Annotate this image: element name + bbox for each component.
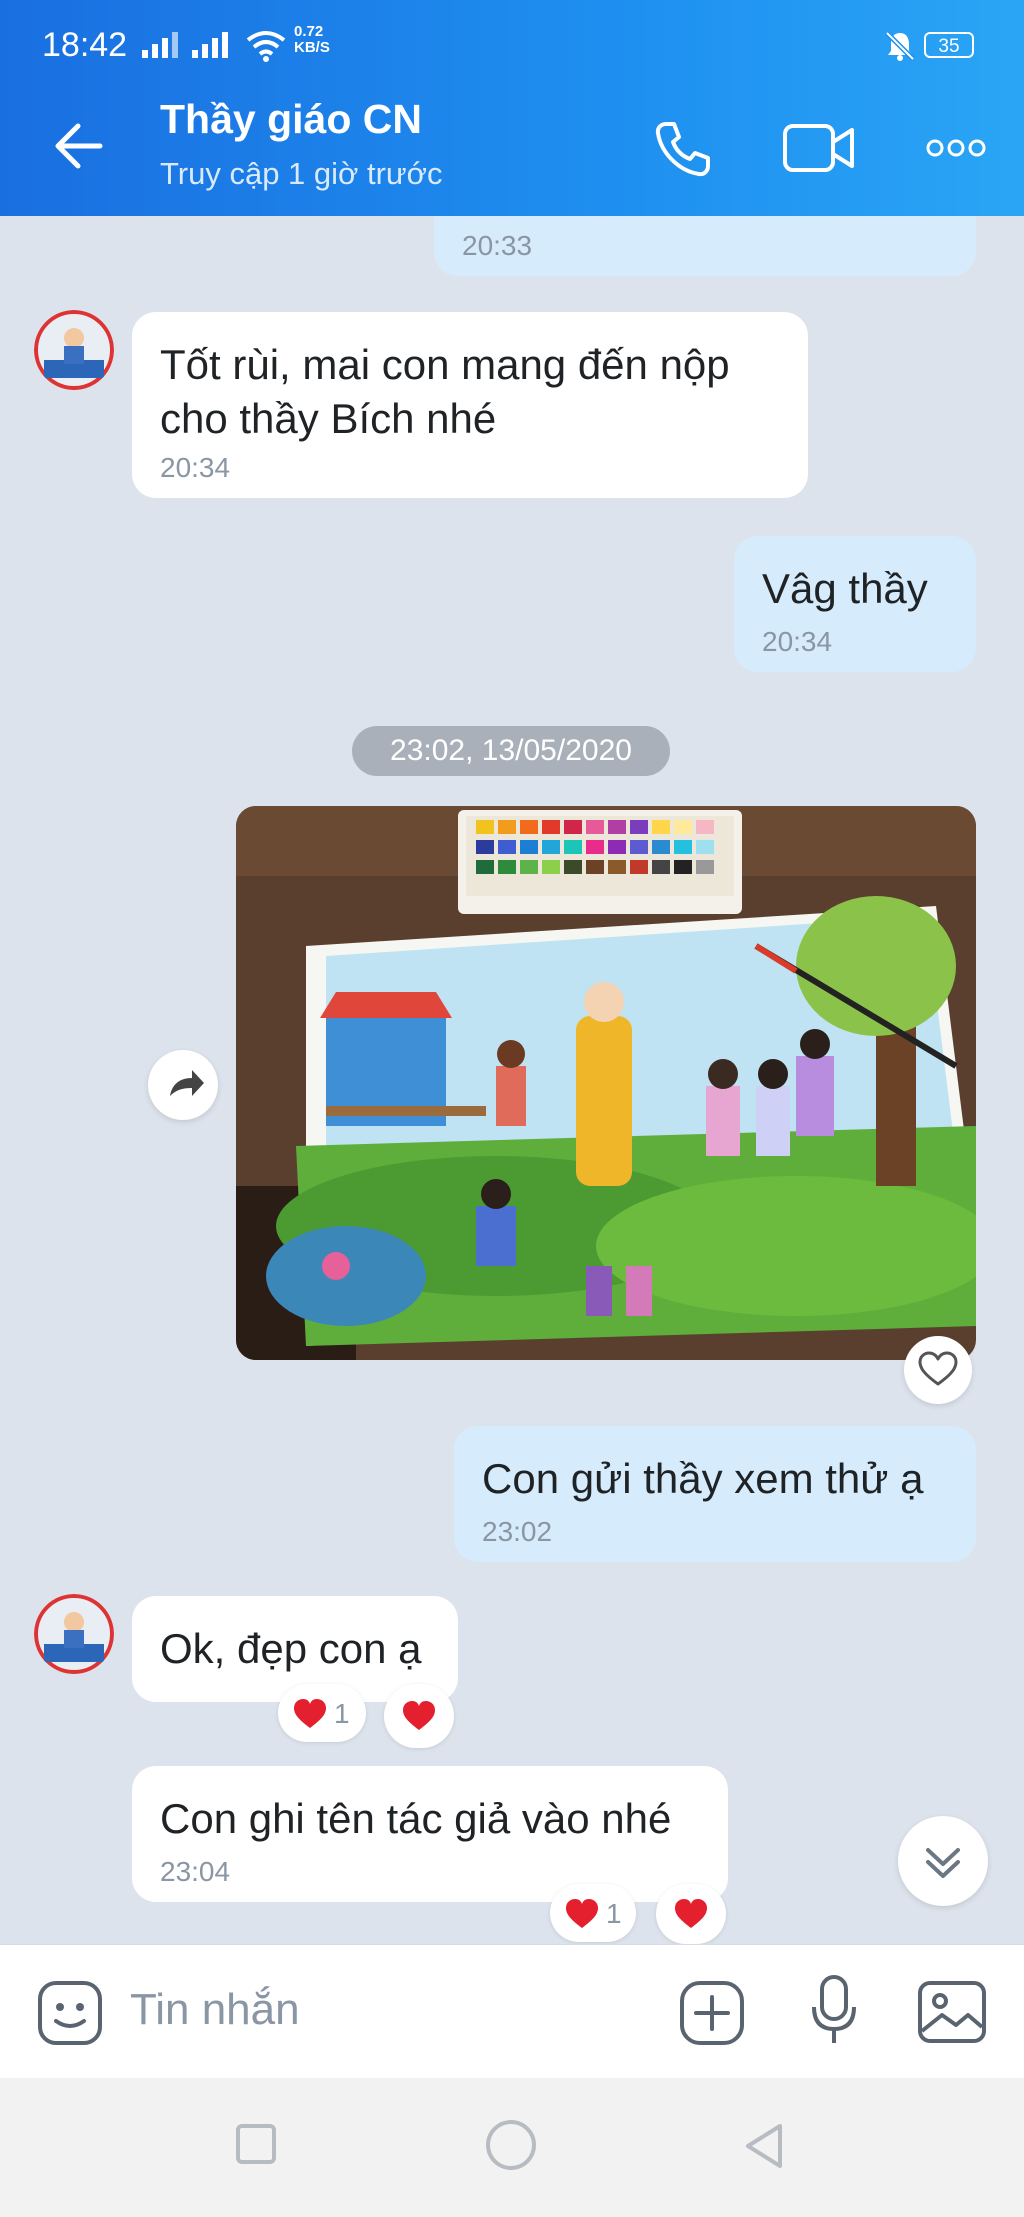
contact-avatar[interactable] xyxy=(34,310,114,390)
message-text: Con ghi tên tác giả vào nhé xyxy=(160,1795,672,1842)
react-heart-button[interactable] xyxy=(656,1884,726,1944)
wifi-icon xyxy=(246,31,286,62)
heart-icon xyxy=(566,1899,598,1928)
react-heart-button[interactable] xyxy=(384,1684,454,1748)
image-gallery-icon[interactable] xyxy=(916,1979,988,2045)
home-icon[interactable] xyxy=(484,2118,538,2172)
last-seen-status: Truy cập 1 giờ trước xyxy=(160,156,443,191)
message-text: Vâg thầy xyxy=(762,565,928,612)
message-text: Con gửi thầy xem thử ạ xyxy=(482,1455,924,1502)
more-icon[interactable] xyxy=(926,138,986,158)
net-speed: 0.72 KB/S xyxy=(294,24,330,56)
message-bubble-outgoing[interactable]: Vâg thầy 20:34 xyxy=(734,536,976,672)
status-bar: 18:42 0.72 KB/S 35 xyxy=(0,0,1024,80)
chat-title: Thầy giáo CN xyxy=(160,96,422,142)
video-call-icon[interactable] xyxy=(782,120,856,176)
message-text-line: Tốt rùi, mai con mang đến nộp xyxy=(160,341,730,388)
app-header: 18:42 0.72 KB/S 35 Thầy giáo CN Truy cập… xyxy=(0,0,1024,216)
status-time: 18:42 xyxy=(42,26,128,64)
message-time: 20:33 xyxy=(462,230,533,261)
message-bubble-outgoing[interactable]: 20:33 xyxy=(434,216,976,276)
heart-icon xyxy=(675,1899,707,1928)
message-list[interactable]: 20:33 Tốt rùi, mai con mang đến nộp cho … xyxy=(0,216,1024,1944)
signal-icon-2 xyxy=(192,32,228,58)
net-speed-unit: KB/S xyxy=(294,39,330,56)
message-bubble-incoming[interactable]: Tốt rùi, mai con mang đến nộp cho thầy B… xyxy=(132,312,808,498)
sticker-icon[interactable] xyxy=(36,1979,104,2047)
heart-icon xyxy=(294,1699,326,1728)
date-separator: 23:02, 13/05/2020 xyxy=(352,726,670,776)
message-bubble-outgoing[interactable]: Con gửi thầy xem thử ạ 23:02 xyxy=(454,1426,976,1562)
message-time: 23:02 xyxy=(482,1516,553,1547)
reaction-summary[interactable]: 1 xyxy=(550,1884,636,1942)
add-attachment-icon[interactable] xyxy=(678,1979,746,2047)
shared-photo[interactable] xyxy=(236,806,976,1360)
reaction-count: 1 xyxy=(334,1698,350,1729)
message-time: 20:34 xyxy=(160,452,231,483)
system-navigation-bar xyxy=(0,2078,1024,2217)
message-input[interactable]: Tin nhắn xyxy=(130,1985,300,2035)
mute-bell-icon xyxy=(885,31,915,61)
message-bubble-incoming[interactable]: Con ghi tên tác giả vào nhé 23:04 xyxy=(132,1766,728,1902)
back-nav-icon[interactable] xyxy=(742,2122,786,2170)
scroll-to-bottom-button[interactable] xyxy=(898,1816,988,1906)
battery-indicator: 35 xyxy=(924,32,974,58)
net-speed-value: 0.72 xyxy=(294,23,324,40)
heart-outline-icon xyxy=(918,1351,958,1386)
back-arrow-icon[interactable] xyxy=(50,118,106,174)
reaction-count: 1 xyxy=(606,1898,622,1929)
double-chevron-down-icon xyxy=(926,1848,960,1878)
contact-avatar[interactable] xyxy=(34,1594,114,1674)
like-button[interactable] xyxy=(904,1336,972,1404)
message-text: Ok, đẹp con ạ xyxy=(160,1625,422,1672)
message-time: 20:34 xyxy=(762,626,833,657)
phone-icon[interactable] xyxy=(652,118,714,180)
forward-icon xyxy=(170,1070,204,1096)
signal-icon xyxy=(142,32,178,58)
reaction-summary[interactable]: 1 xyxy=(278,1684,366,1742)
message-time: 23:04 xyxy=(160,1856,231,1887)
heart-icon xyxy=(403,1701,435,1730)
drawing-photo-image xyxy=(236,806,976,1360)
message-text-line: cho thầy Bích nhé xyxy=(160,395,497,442)
microphone-icon[interactable] xyxy=(808,1973,860,2049)
recent-apps-icon[interactable] xyxy=(234,2122,278,2166)
forward-button[interactable] xyxy=(148,1050,218,1120)
message-composer: Tin nhắn xyxy=(0,1944,1024,2079)
